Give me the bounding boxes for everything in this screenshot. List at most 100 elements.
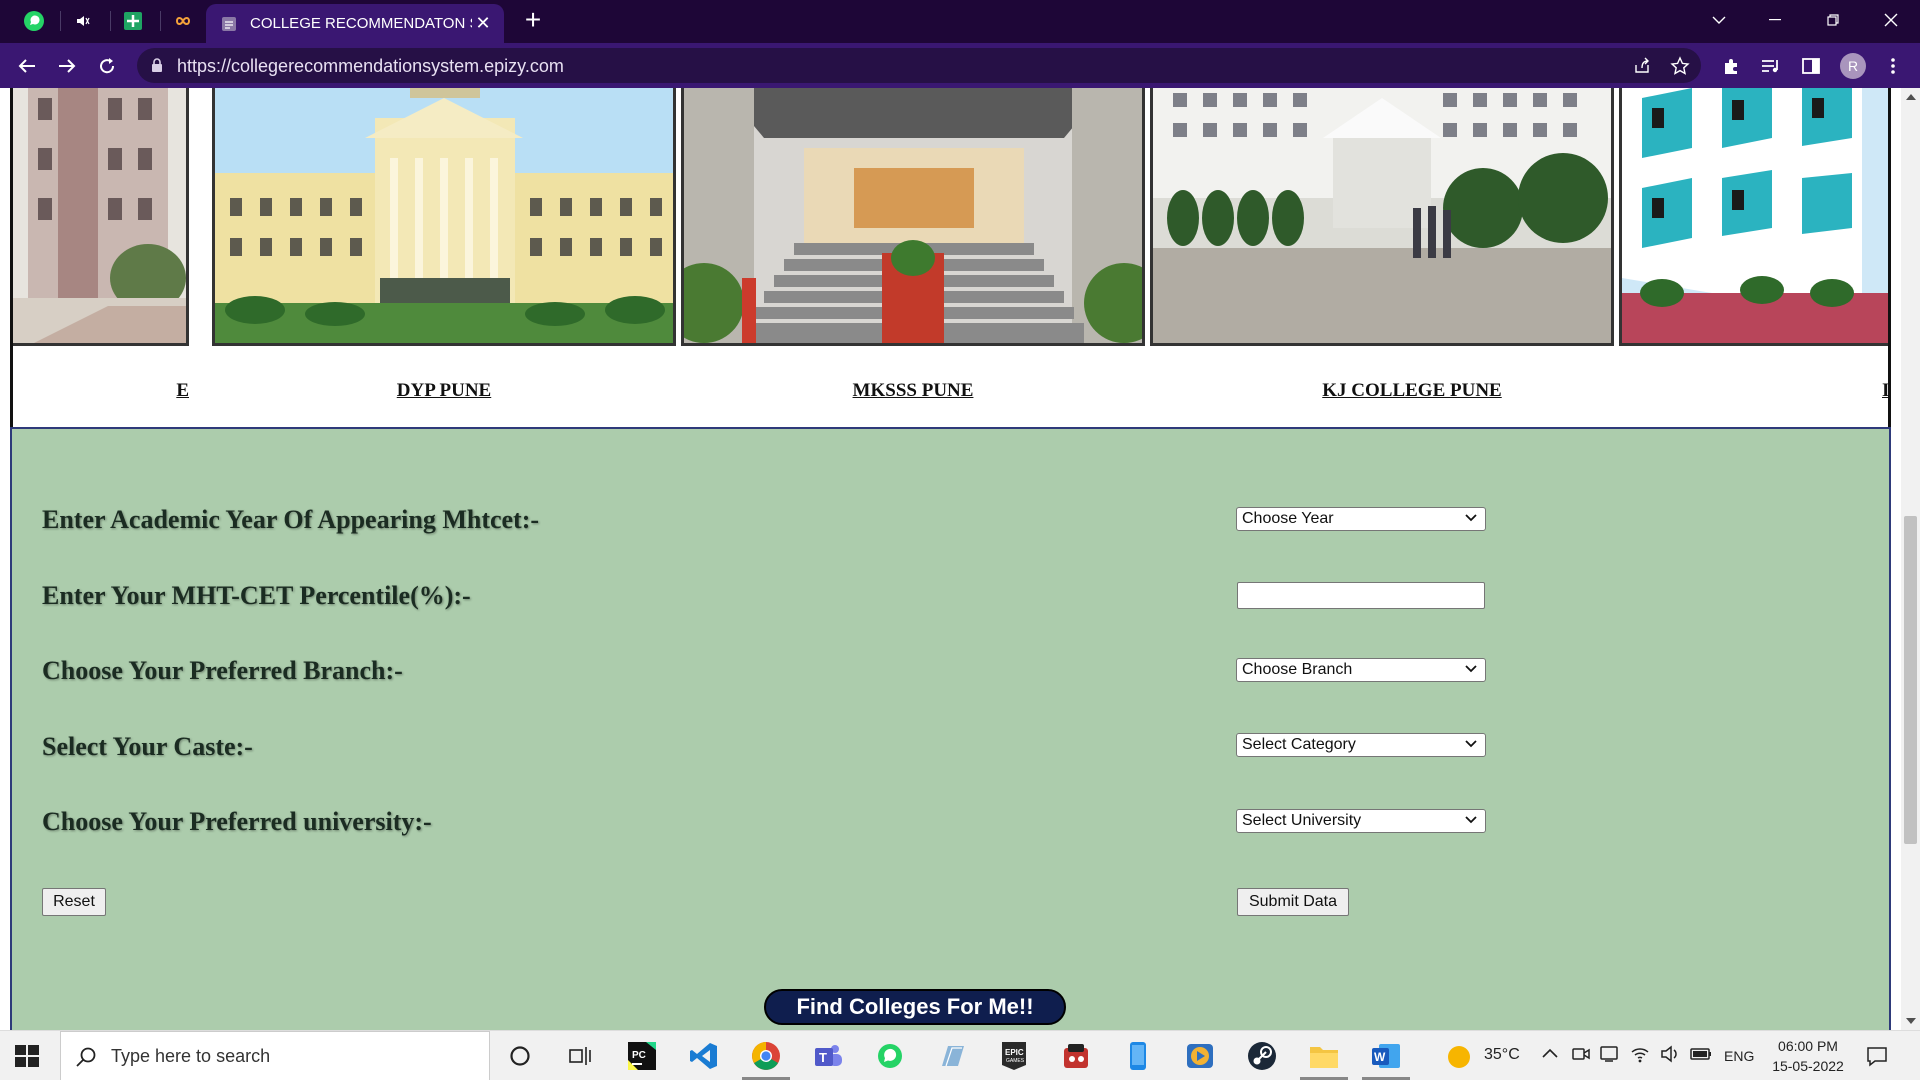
academic-year-select[interactable]: Choose Year (1236, 507, 1486, 531)
chevron-down-icon (1465, 514, 1477, 522)
weather-temperature[interactable]: 35°C (1484, 1046, 1520, 1064)
minimize-window-button[interactable] (1748, 0, 1802, 40)
whatsapp-pinned-tab-icon[interactable] (19, 6, 49, 36)
svg-text:T: T (819, 1050, 827, 1065)
media-controls-icon[interactable] (1756, 51, 1786, 81)
college-caption: MKSSS PUNE (852, 380, 974, 401)
sheets-pinned-tab-icon[interactable] (118, 6, 148, 36)
search-icon (76, 1047, 96, 1067)
screen-share-icon[interactable] (1600, 1045, 1618, 1063)
caste-select[interactable]: Select Category (1236, 733, 1486, 757)
windows-start-icon[interactable] (12, 1041, 42, 1071)
url-text[interactable]: https://collegerecommendationsystem.epiz… (177, 56, 564, 77)
reset-button[interactable]: Reset (42, 888, 106, 916)
scrollbar-thumb[interactable] (1904, 516, 1917, 844)
whatsapp-icon[interactable] (872, 1038, 908, 1074)
speaker-pinned-tab-icon[interactable] (68, 6, 98, 36)
teams-icon[interactable]: T (810, 1038, 846, 1074)
bookmark-star-icon[interactable] (1667, 53, 1693, 79)
epic-games-icon[interactable]: EPIC GAMES (996, 1038, 1032, 1074)
college-search-form: Enter Academic Year Of Appearing Mhtcet:… (10, 427, 1891, 1030)
volume-icon[interactable] (1660, 1045, 1680, 1063)
university-label: Choose Your Preferred university:- (42, 807, 432, 836)
clock-time: 06:00 PM (1778, 1038, 1838, 1054)
cortana-icon[interactable] (502, 1038, 538, 1074)
taskbar-clock[interactable]: 06:00 PM 15-05-2022 (1768, 1036, 1848, 1076)
clock-date: 15-05-2022 (1772, 1058, 1844, 1074)
wifi-icon[interactable] (1630, 1045, 1650, 1063)
college-card[interactable]: I (1619, 88, 1890, 436)
university-select[interactable]: Select University (1236, 809, 1486, 833)
vscode-icon[interactable] (686, 1038, 722, 1074)
extensions-puzzle-icon[interactable] (1716, 51, 1746, 81)
svg-text:PC: PC (632, 1050, 646, 1061)
steam-icon[interactable] (1244, 1038, 1280, 1074)
file-explorer-icon[interactable] (1300, 1038, 1348, 1080)
forward-arrow-icon[interactable] (52, 51, 82, 81)
page-scrollbar[interactable] (1901, 88, 1920, 1030)
lock-icon[interactable] (151, 58, 163, 73)
page-favicon-icon (222, 17, 236, 31)
college-photo (212, 88, 676, 346)
side-panel-icon[interactable] (1796, 51, 1826, 81)
scroll-up-arrow-icon[interactable] (1906, 94, 1916, 100)
close-window-button[interactable] (1864, 0, 1918, 40)
college-card[interactable]: MKSSS PUNE (681, 88, 1145, 436)
reload-icon[interactable] (92, 51, 122, 81)
college-caption: E (176, 380, 189, 401)
profile-avatar[interactable]: R (1840, 53, 1866, 79)
tab-search-chevron-icon[interactable] (1692, 0, 1746, 40)
tab-college-recommendation[interactable]: COLLEGE RECOMMENDATON SYSTEM ✕ (206, 4, 504, 43)
svg-text:GAMES: GAMES (1006, 1058, 1025, 1064)
browser-tab-strip: COLLEGE RECOMMENDATON SYSTEM ✕ + (0, 0, 1920, 43)
tab-close-icon[interactable]: ✕ (472, 12, 494, 34)
search-placeholder: Type here to search (111, 1046, 271, 1066)
word-icon[interactable]: W (1362, 1038, 1410, 1080)
weather-sun-icon[interactable] (1447, 1045, 1471, 1069)
address-bar[interactable]: https://collegerecommendationsystem.epiz… (137, 48, 1701, 83)
meet-now-icon[interactable] (1572, 1045, 1590, 1063)
taskbar-search-box[interactable]: Type here to search (60, 1031, 490, 1080)
media-player-icon[interactable] (1182, 1038, 1218, 1074)
task-view-icon[interactable] (562, 1038, 598, 1074)
game-app-icon[interactable] (1058, 1038, 1094, 1074)
language-indicator[interactable]: ENG (1724, 1048, 1754, 1064)
branch-label: Choose Your Preferred Branch:- (42, 656, 403, 685)
pycharm-icon[interactable]: PC (624, 1038, 660, 1074)
academic-year-label: Enter Academic Year Of Appearing Mhtcet:… (42, 505, 540, 534)
college-caption: DYP PUNE (396, 380, 492, 401)
infinity-pinned-tab-icon[interactable] (168, 6, 198, 36)
college-photo (681, 88, 1145, 346)
tray-chevron-up-icon[interactable] (1542, 1048, 1558, 1058)
new-tab-button[interactable]: + (518, 6, 548, 36)
scroll-down-arrow-icon[interactable] (1906, 1018, 1916, 1024)
browser-toolbar: https://collegerecommendationsystem.epiz… (0, 43, 1920, 88)
college-card[interactable]: KJ COLLEGE PUNE (1150, 88, 1614, 436)
page-viewport: E DYP PUNE MKSSS PUNE KJ COLLEGE PUNE I … (0, 88, 1901, 1030)
restore-window-button[interactable] (1806, 0, 1860, 40)
percentile-label: Enter Your MHT-CET Percentile(%):- (42, 581, 471, 610)
chrome-icon[interactable] (742, 1038, 790, 1080)
college-photo (1619, 88, 1888, 346)
college-card[interactable]: DYP PUNE (212, 88, 676, 436)
share-icon[interactable] (1629, 53, 1655, 79)
find-colleges-button[interactable]: Find Colleges For Me!! (764, 989, 1066, 1025)
college-caption: I (1882, 380, 1890, 401)
percentile-input[interactable] (1237, 582, 1485, 609)
tab-title: COLLEGE RECOMMENDATON SYSTEM (250, 15, 472, 32)
chevron-down-icon (1465, 740, 1477, 748)
submit-data-button[interactable]: Submit Data (1237, 888, 1349, 916)
windows-taskbar: Type here to search PC T EPIC GAMES W 35… (0, 1030, 1920, 1080)
notification-center-icon[interactable] (1866, 1045, 1888, 1067)
chevron-down-icon (1465, 816, 1477, 824)
college-photo (1150, 88, 1614, 346)
battery-icon[interactable] (1690, 1047, 1712, 1061)
chevron-down-icon (1465, 665, 1477, 673)
kebab-menu-icon[interactable] (1878, 51, 1908, 81)
notepad-icon[interactable] (934, 1038, 970, 1074)
back-arrow-icon[interactable] (12, 51, 42, 81)
college-card[interactable]: E (13, 88, 189, 436)
phone-link-icon[interactable] (1120, 1038, 1156, 1074)
college-caption: KJ COLLEGE PUNE (1322, 380, 1502, 401)
branch-select[interactable]: Choose Branch (1236, 658, 1486, 682)
